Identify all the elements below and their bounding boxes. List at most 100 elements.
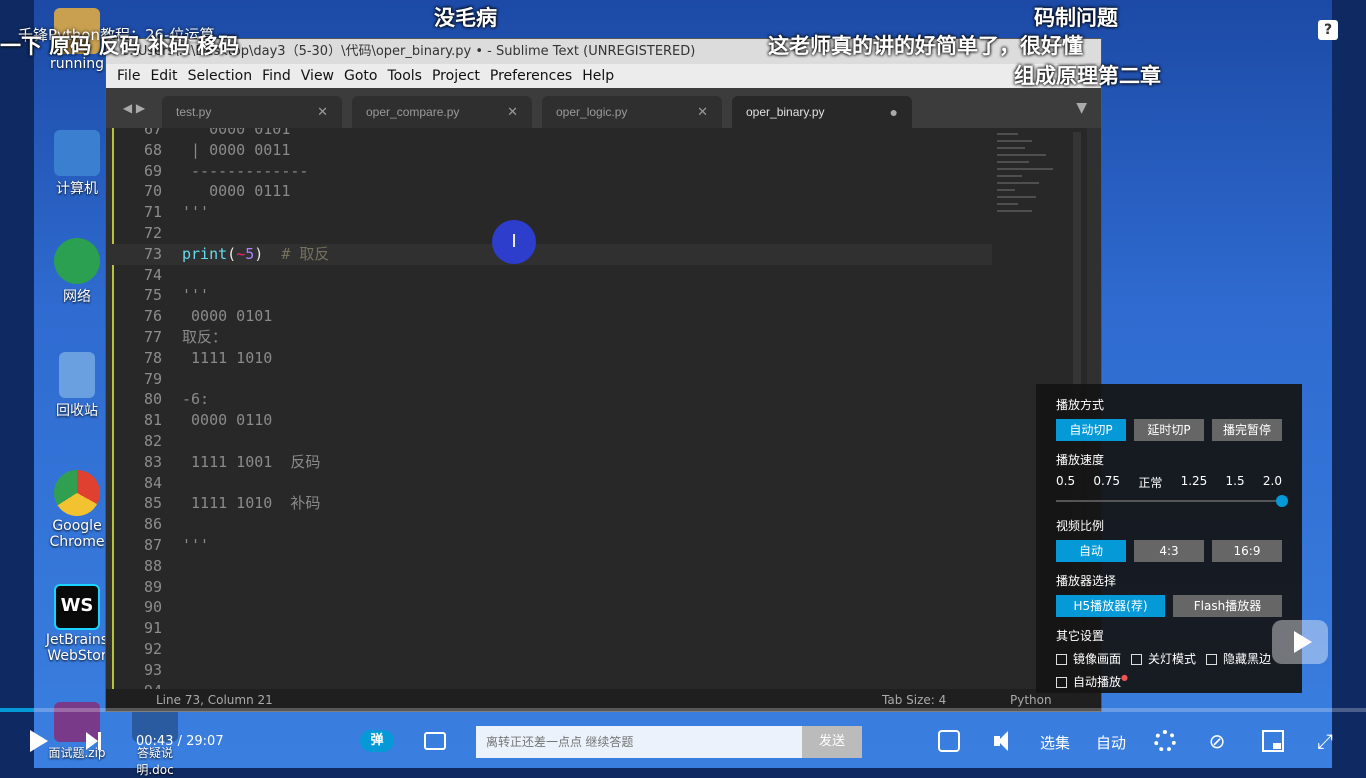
danmu-toggle-button[interactable]: 弹 (360, 730, 394, 752)
quality-button[interactable]: 自动 (1096, 732, 1126, 753)
desktop-icon-computer[interactable]: 计算机 (42, 130, 112, 198)
code-line[interactable]: 82 (112, 431, 992, 452)
code-line[interactable]: 68 | 0000 0011 (112, 140, 992, 161)
lights-off-checkbox[interactable]: 关灯模式 (1131, 650, 1196, 667)
code-line[interactable]: 78 1111 1010 (112, 348, 992, 369)
tab-test-py[interactable]: test.py ✕ (162, 96, 342, 128)
menu-selection[interactable]: Selection (183, 68, 258, 84)
line-number: 83 (143, 452, 162, 471)
code-line[interactable]: 70 0000 0111 (112, 181, 992, 202)
unsaved-dot-icon[interactable]: ● (890, 104, 898, 120)
ratio-title: 视频比例 (1056, 519, 1105, 533)
mirror-checkbox[interactable]: 镜像画面 (1056, 650, 1121, 667)
code-line[interactable]: 75 ''' (112, 285, 992, 306)
code-editor[interactable]: 67 0000 0101 68 | 0000 0011 69 -----------… (112, 128, 1087, 696)
code-line[interactable]: 88 (112, 556, 992, 577)
menu-file[interactable]: File (112, 68, 145, 84)
close-icon[interactable]: ✕ (317, 104, 328, 120)
code-line[interactable]: 73 print(~5) # 取反 (112, 243, 992, 265)
line-number: 88 (143, 556, 162, 575)
tab-nav-arrows-icon[interactable]: ◀ ▶ (106, 101, 162, 115)
code-text: print(~5) # 取反 (182, 244, 330, 263)
menu-view[interactable]: View (296, 68, 339, 84)
close-icon[interactable]: ✕ (507, 104, 518, 120)
code-line[interactable]: 90 (112, 597, 992, 618)
speed-option[interactable]: 正常 (1138, 474, 1162, 491)
code-line[interactable]: 76 0000 0101 (112, 306, 992, 327)
code-line[interactable]: 84 (112, 473, 992, 494)
line-number: 74 (143, 265, 162, 284)
speed-slider[interactable] (1056, 495, 1288, 507)
code-line[interactable]: 74 (112, 265, 992, 286)
desktop-icon-chrome[interactable]: Google Chrome (42, 470, 112, 550)
code-line[interactable]: 80 -6: (112, 389, 992, 410)
tv-icon[interactable] (938, 730, 960, 752)
desktop-icon-webstorm[interactable]: WS JetBrains WebStor (42, 584, 112, 664)
code-line[interactable]: 93 (112, 660, 992, 681)
episode-select-button[interactable]: 选集 (1040, 732, 1070, 753)
code-line[interactable]: 72 (112, 223, 992, 244)
h5-player-button[interactable]: H5播放器(荐) (1056, 595, 1165, 617)
code-line[interactable]: 77 取反： (112, 327, 992, 348)
ratio-16-9-button[interactable]: 16:9 (1212, 540, 1282, 562)
speed-option[interactable]: 1.25 (1181, 474, 1208, 491)
code-line[interactable]: 86 (112, 514, 992, 535)
big-play-icon[interactable] (1272, 620, 1328, 664)
code-line[interactable]: 92 (112, 639, 992, 660)
slider-knob[interactable] (1276, 495, 1288, 507)
tab-dropdown-icon[interactable]: ▼ (1076, 100, 1087, 116)
code-line[interactable]: 69 ------------- (112, 161, 992, 182)
code-line[interactable]: 81 0000 0110 (112, 410, 992, 431)
help-icon[interactable]: ? (1318, 20, 1338, 40)
ratio-4-3-button[interactable]: 4:3 (1134, 540, 1204, 562)
desktop-icon-label: 计算机 (56, 181, 98, 197)
autoplay-checkbox[interactable]: 自动播放● (1056, 673, 1128, 690)
play-icon[interactable] (30, 730, 48, 752)
gear-icon[interactable] (1154, 730, 1176, 752)
danmu-off-icon[interactable]: ⊘ (1206, 730, 1228, 752)
tab-oper-logic-py[interactable]: oper_logic.py ✕ (542, 96, 722, 128)
menu-goto[interactable]: Goto (339, 68, 382, 84)
danmu-input[interactable] (476, 726, 802, 758)
volume-icon[interactable] (992, 730, 1014, 752)
speed-option[interactable]: 1.5 (1226, 474, 1245, 491)
desktop-icon-recycle-bin[interactable]: 回收站 (42, 352, 112, 420)
code-line[interactable]: 89 (112, 577, 992, 598)
line-number: 87 (143, 536, 162, 554)
code-line[interactable]: 87 ''' (112, 535, 992, 556)
code-text: | 0000 0011 (182, 140, 291, 159)
play-mode-title: 播放方式 (1056, 398, 1105, 412)
send-button[interactable]: 发送 (802, 726, 862, 758)
code-line[interactable]: 83 1111 1001 反码 (112, 452, 992, 473)
code-line[interactable]: 79 (112, 369, 992, 390)
close-icon[interactable]: ✕ (697, 104, 708, 120)
code-line[interactable]: 71 ''' (112, 202, 992, 223)
code-line[interactable]: 85 1111 1010 补码 (112, 493, 992, 514)
tab-oper-binary-py[interactable]: oper_binary.py ● (732, 96, 912, 128)
play-mode-delay-button[interactable]: 延时切P (1134, 419, 1204, 441)
danmu-settings-icon[interactable] (424, 732, 446, 750)
ratio-auto-button[interactable]: 自动 (1056, 540, 1126, 562)
pip-icon[interactable] (1262, 730, 1284, 752)
menu-edit[interactable]: Edit (145, 68, 182, 84)
desktop-icon-network[interactable]: 网络 (42, 238, 112, 306)
minimap[interactable] (997, 128, 1067, 348)
hide-borders-checkbox[interactable]: 隐藏黑边 (1206, 650, 1271, 667)
menu-tools[interactable]: Tools (382, 68, 427, 84)
speed-option[interactable]: 2.0 (1263, 474, 1282, 491)
speed-option[interactable]: 0.75 (1093, 474, 1120, 491)
flash-player-button[interactable]: Flash播放器 (1173, 595, 1282, 617)
code-text: 0000 0111 (182, 182, 291, 201)
menu-preferences[interactable]: Preferences (485, 68, 577, 84)
menu-find[interactable]: Find (257, 68, 296, 84)
code-line[interactable]: 67 0000 0101 (112, 128, 992, 140)
next-icon[interactable] (86, 732, 101, 750)
menu-project[interactable]: Project (427, 68, 485, 84)
tab-oper-compare-py[interactable]: oper_compare.py ✕ (352, 96, 532, 128)
play-mode-auto-button[interactable]: 自动切P (1056, 419, 1126, 441)
play-mode-pause-button[interactable]: 播完暂停 (1212, 419, 1282, 441)
fullscreen-icon[interactable]: ⤢ (1314, 730, 1336, 752)
code-line[interactable]: 91 (112, 618, 992, 639)
menu-help[interactable]: Help (577, 68, 619, 84)
speed-option[interactable]: 0.5 (1056, 474, 1075, 491)
